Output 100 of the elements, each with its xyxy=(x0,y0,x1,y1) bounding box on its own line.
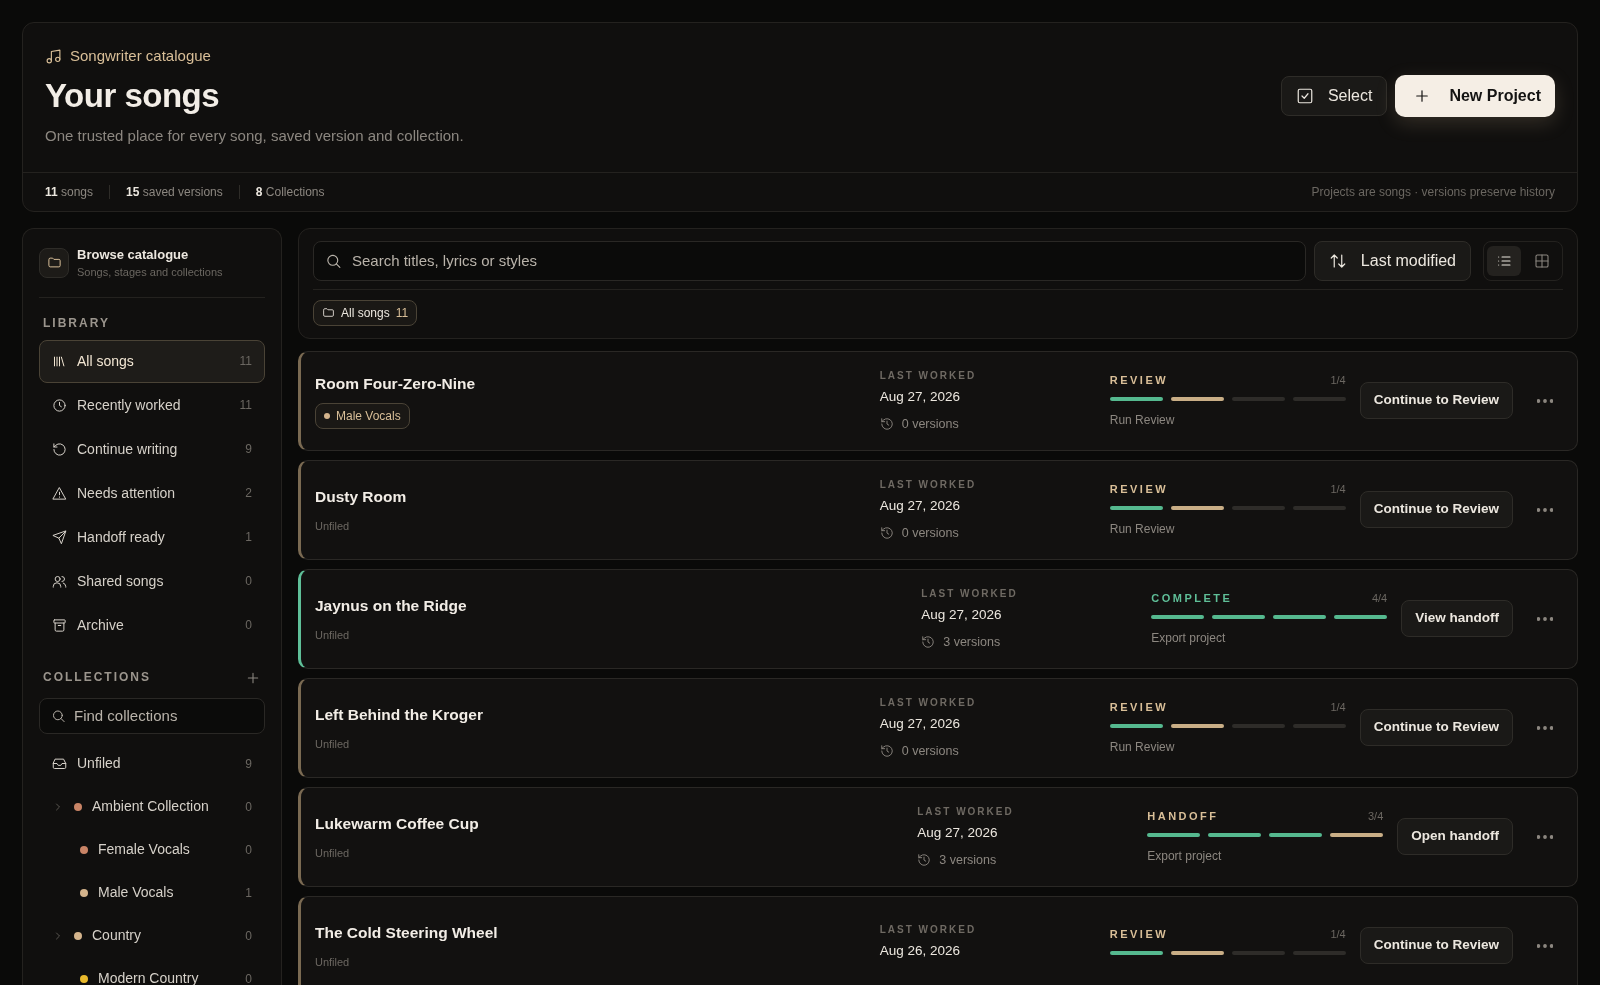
more-icon[interactable] xyxy=(1537,507,1553,512)
song-title: Room Four-Zero-Nine xyxy=(315,373,477,394)
date-text: Aug 26, 2026 xyxy=(879,941,962,960)
last-worked-label: LAST WORKED xyxy=(921,586,1019,601)
library-item[interactable]: Archive 0 xyxy=(39,603,265,647)
next-step-text: Run Review xyxy=(1109,411,1176,429)
action-button[interactable]: Continue to Review xyxy=(1359,927,1513,964)
action-button[interactable]: View handoff xyxy=(1401,600,1513,637)
collection-item[interactable]: Male Vocals 1 xyxy=(39,871,265,915)
folder-icon xyxy=(46,255,62,271)
more-icon[interactable] xyxy=(1537,725,1553,730)
next-step-text: Run Review xyxy=(1109,520,1176,538)
library-item[interactable]: Handoff ready 1 xyxy=(39,515,265,559)
folder-icon xyxy=(322,306,335,320)
versions-text: 3 versions xyxy=(943,633,1001,651)
collection-label: Unfiled xyxy=(315,954,351,970)
collection-label: Unfiled xyxy=(315,518,351,534)
list-view-button[interactable] xyxy=(1487,245,1521,276)
collection-item[interactable]: Ambient Collection 0 xyxy=(39,785,265,829)
sort-button[interactable]: Last modified xyxy=(1313,240,1471,281)
history-icon xyxy=(879,417,894,432)
song-title: Lukewarm Coffee Cup xyxy=(315,813,480,834)
page-title: Your songs xyxy=(45,75,221,116)
song-card[interactable]: Left Behind the Kroger Unfiled LAST WORKED Aug 27, 2026 0 versions REVIEW 1/4 Run Review Continue to Review xyxy=(298,677,1578,778)
action-button[interactable]: Continue to Review xyxy=(1359,709,1513,746)
checkbox-icon xyxy=(1295,87,1314,106)
stage-label: COMPLETE xyxy=(1151,591,1233,607)
more-icon[interactable] xyxy=(1537,616,1553,621)
collections-search-field[interactable]: Find collections xyxy=(39,697,265,735)
action-button[interactable]: Continue to Review xyxy=(1359,491,1513,528)
action-button[interactable]: Open handoff xyxy=(1397,818,1513,855)
search-field[interactable]: Search titles, lyrics or styles xyxy=(313,240,1306,281)
collection-item[interactable]: Female Vocals 0 xyxy=(39,828,265,872)
progress-count: 1/4 xyxy=(1330,927,1346,943)
song-card[interactable]: Room Four-Zero-Nine Male Vocals LAST WORKED Aug 27, 2026 0 versions REVIEW 1/4 Run Review Continue to Review xyxy=(298,350,1578,451)
progress-count: 3/4 xyxy=(1367,809,1384,825)
sidebar-title: Browse catalogue xyxy=(77,245,190,264)
song-title: Dusty Room xyxy=(315,486,408,507)
versions-text: 0 versions xyxy=(901,524,959,542)
library-item[interactable]: All songs 11 xyxy=(39,339,265,383)
more-icon[interactable] xyxy=(1537,834,1553,839)
library-item[interactable]: Recently worked 11 xyxy=(39,383,265,427)
stat-text: 8 Collections xyxy=(255,183,325,201)
date-text: Aug 27, 2026 xyxy=(879,387,962,406)
library-item[interactable]: Continue writing 9 xyxy=(39,427,265,471)
users-icon xyxy=(52,573,67,589)
history-icon xyxy=(917,853,932,868)
filter-chip[interactable]: All songs 11 xyxy=(313,299,418,326)
collection-item[interactable]: Unfiled 9 xyxy=(39,742,265,786)
collection-item[interactable]: Country 0 xyxy=(39,914,265,958)
next-step-text: Export project xyxy=(1147,847,1223,865)
collection-label: Unfiled xyxy=(315,627,351,643)
sidebar-subtitle: Songs, stages and collections xyxy=(77,265,223,281)
progress-count: 1/4 xyxy=(1330,700,1346,716)
last-worked-label: LAST WORKED xyxy=(879,368,978,383)
archive-icon xyxy=(52,617,67,633)
last-worked-label: LAST WORKED xyxy=(879,477,978,492)
stage-label: REVIEW xyxy=(1109,482,1169,498)
song-card[interactable]: The Cold Steering Wheel Unfiled LAST WORKED Aug 26, 2026 REVIEW 1/4 Continue to Review xyxy=(298,895,1578,985)
library-item[interactable]: Needs attention 2 xyxy=(39,471,265,515)
music-note-icon xyxy=(45,47,62,65)
song-card[interactable]: Jaynus on the Ridge Unfiled LAST WORKED Aug 27, 2026 3 versions COMPLETE 4/4 Export project View handoff xyxy=(298,568,1578,669)
more-icon[interactable] xyxy=(1537,398,1553,403)
date-text: Aug 27, 2026 xyxy=(879,714,962,733)
collection-item[interactable]: Modern Country 0 xyxy=(39,957,265,985)
versions-text: 0 versions xyxy=(901,415,959,433)
next-step-text: Export project xyxy=(1151,629,1227,647)
clock-icon xyxy=(52,397,67,413)
new-project-button[interactable]: New Project xyxy=(1395,75,1555,118)
song-title: Left Behind the Kroger xyxy=(315,704,484,725)
warning-icon xyxy=(52,485,67,501)
books-icon xyxy=(52,353,67,369)
select-button[interactable]: Select xyxy=(1280,76,1388,117)
section-heading: LIBRARY xyxy=(43,314,111,332)
stat-text: 15 saved versions xyxy=(126,183,223,201)
progress-count: 1/4 xyxy=(1330,482,1346,498)
section-heading: COLLECTIONS xyxy=(43,669,151,687)
history-icon xyxy=(879,526,894,541)
song-card[interactable]: Dusty Room Unfiled LAST WORKED Aug 27, 2026 0 versions REVIEW 1/4 Run Review Continue to Review xyxy=(298,459,1578,560)
song-title: The Cold Steering Wheel xyxy=(315,922,499,943)
grid-icon xyxy=(1534,252,1550,269)
song-card[interactable]: Lukewarm Coffee Cup Unfiled LAST WORKED Aug 27, 2026 3 versions HANDOFF 3/4 Export project Open handoff xyxy=(298,786,1578,887)
eyebrow-title: Songwriter catalogue xyxy=(70,46,211,66)
more-icon[interactable] xyxy=(1537,943,1553,948)
history-icon xyxy=(52,441,67,457)
progress-count: 4/4 xyxy=(1371,591,1388,607)
last-worked-label: LAST WORKED xyxy=(879,695,978,710)
stage-label: HANDOFF xyxy=(1147,809,1219,825)
stat-text: 11 songs xyxy=(45,183,94,201)
page-subtitle: One trusted place for every song, saved version and collection. xyxy=(45,126,464,147)
stage-label: REVIEW xyxy=(1109,927,1169,943)
versions-text: 0 versions xyxy=(901,742,959,760)
footnote-text: Projects are songs · versions preserve history xyxy=(1311,183,1555,201)
stage-label: REVIEW xyxy=(1109,700,1169,716)
collection-tag: Male Vocals xyxy=(315,403,410,430)
history-icon xyxy=(921,635,936,650)
action-button[interactable]: Continue to Review xyxy=(1359,382,1513,419)
date-text: Aug 27, 2026 xyxy=(879,496,962,515)
library-item[interactable]: Shared songs 0 xyxy=(39,559,265,603)
next-step-text: Run Review xyxy=(1109,738,1176,756)
